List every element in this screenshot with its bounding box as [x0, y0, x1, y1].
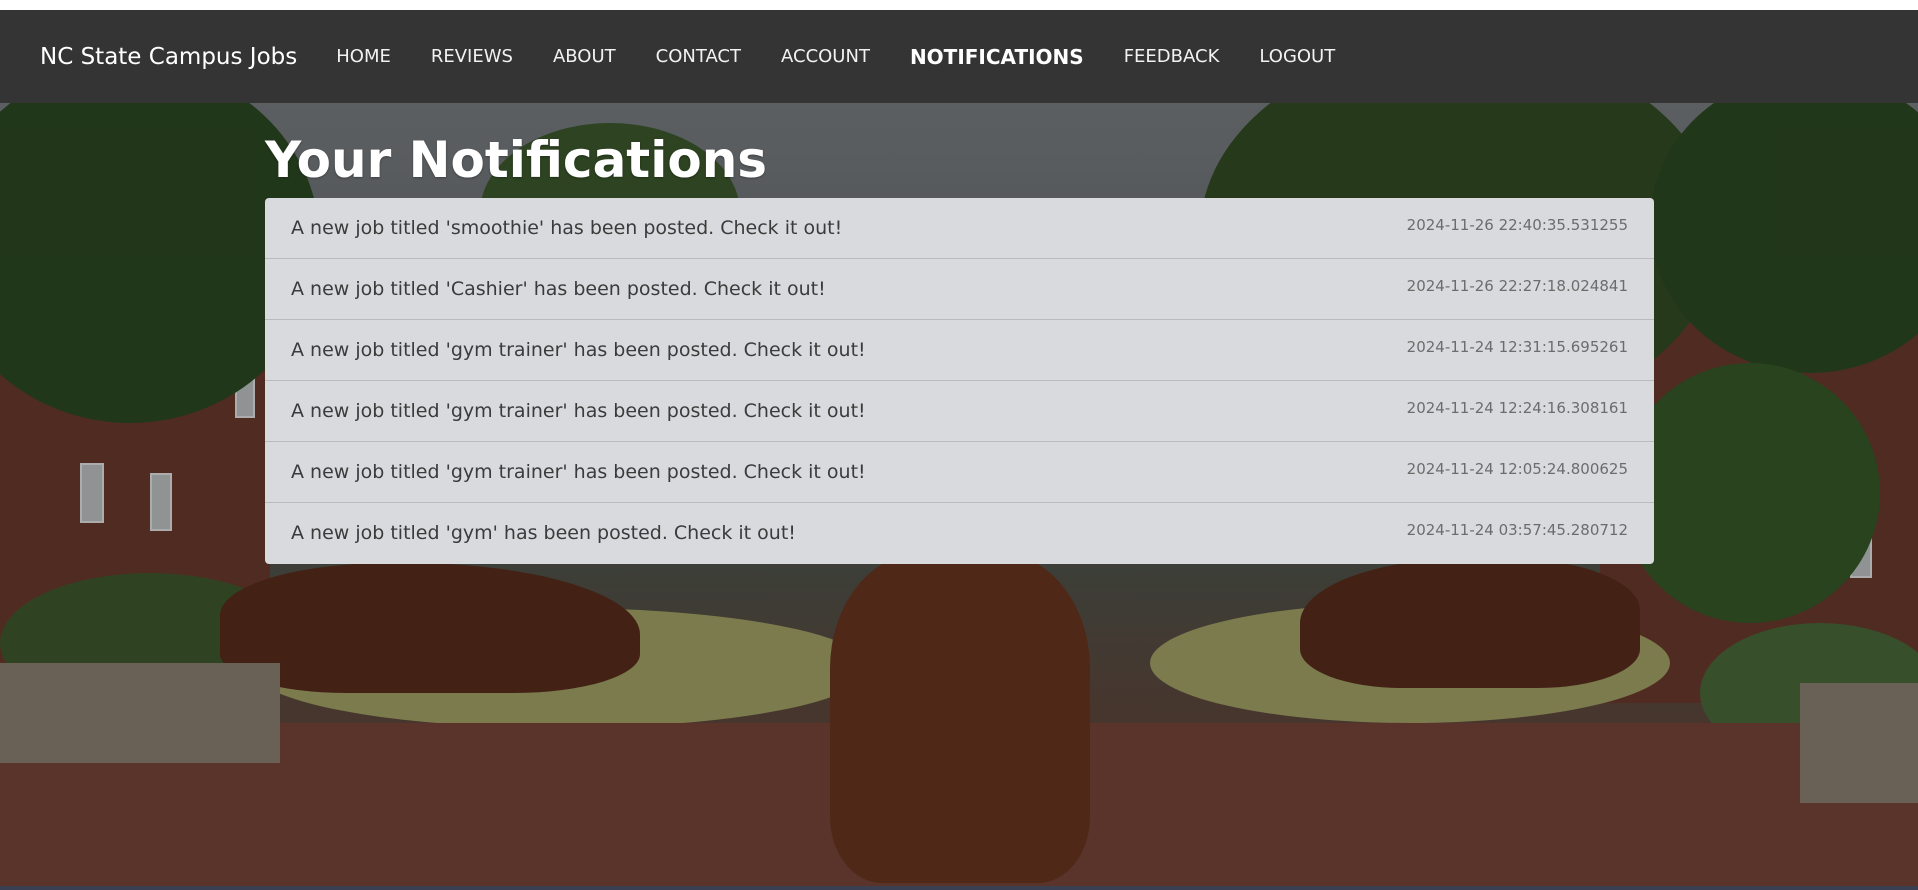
- notification-list: A new job titled 'smoothie' has been pos…: [265, 198, 1654, 564]
- notification-timestamp: 2024-11-24 03:57:45.280712: [1406, 521, 1628, 539]
- notification-timestamp: 2024-11-24 12:24:16.308161: [1406, 399, 1628, 417]
- notification-item: A new job titled 'smoothie' has been pos…: [265, 198, 1654, 259]
- top-strip: [0, 0, 1918, 10]
- navbar: NC State Campus Jobs HOME REVIEWS ABOUT …: [0, 10, 1918, 103]
- nav-about[interactable]: ABOUT: [553, 46, 616, 67]
- notification-message: A new job titled 'gym trainer' has been …: [291, 400, 866, 422]
- notification-message: A new job titled 'gym' has been posted. …: [291, 522, 796, 544]
- nav-notifications[interactable]: NOTIFICATIONS: [910, 45, 1084, 69]
- nav-home[interactable]: HOME: [336, 46, 391, 67]
- notification-item: A new job titled 'gym trainer' has been …: [265, 381, 1654, 442]
- nav-reviews[interactable]: REVIEWS: [431, 46, 513, 67]
- notification-timestamp: 2024-11-24 12:05:24.800625: [1406, 460, 1628, 478]
- notification-timestamp: 2024-11-24 12:31:15.695261: [1406, 338, 1628, 356]
- notification-item: A new job titled 'gym trainer' has been …: [265, 320, 1654, 381]
- bottom-strip: [0, 886, 1918, 890]
- brand-link[interactable]: NC State Campus Jobs: [40, 44, 297, 70]
- nav-feedback[interactable]: FEEDBACK: [1124, 46, 1220, 67]
- notification-item: A new job titled 'gym trainer' has been …: [265, 442, 1654, 503]
- notification-message: A new job titled 'Cashier' has been post…: [291, 278, 826, 300]
- notification-item: A new job titled 'Cashier' has been post…: [265, 259, 1654, 320]
- page-title: Your Notifications: [265, 131, 768, 189]
- main-content: Your Notifications A new job titled 'smo…: [265, 103, 1654, 564]
- nav-contact[interactable]: CONTACT: [656, 46, 741, 67]
- notification-timestamp: 2024-11-26 22:40:35.531255: [1406, 216, 1628, 234]
- notification-message: A new job titled 'gym trainer' has been …: [291, 339, 866, 361]
- notification-message: A new job titled 'smoothie' has been pos…: [291, 217, 843, 239]
- nav-account[interactable]: ACCOUNT: [781, 46, 870, 67]
- notification-message: A new job titled 'gym trainer' has been …: [291, 461, 866, 483]
- notification-item: A new job titled 'gym' has been posted. …: [265, 503, 1654, 564]
- nav-logout[interactable]: LOGOUT: [1259, 46, 1335, 67]
- notification-timestamp: 2024-11-26 22:27:18.024841: [1406, 277, 1628, 295]
